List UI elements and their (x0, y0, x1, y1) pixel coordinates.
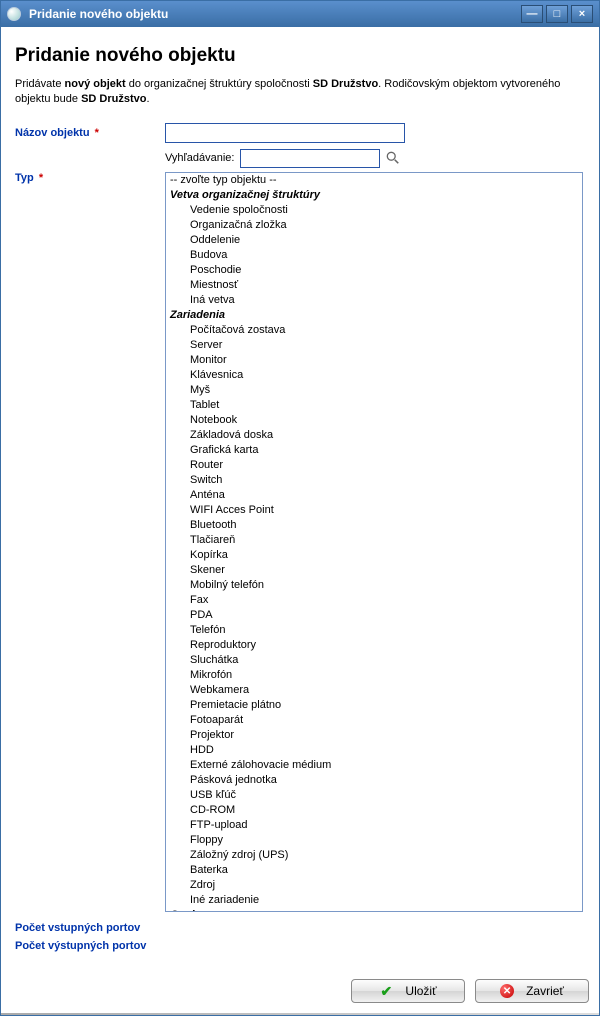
name-row: Názov objektu * (15, 123, 585, 143)
list-item[interactable]: Telefón (166, 623, 582, 638)
list-group: Osoba (166, 908, 582, 912)
list-item[interactable]: Organizačná zložka (166, 218, 582, 233)
minimize-button[interactable]: — (521, 5, 543, 23)
list-item[interactable]: Baterka (166, 863, 582, 878)
list-item[interactable]: Router (166, 458, 582, 473)
close-button[interactable]: ✕ Zavrieť (475, 979, 589, 1003)
window-close-button[interactable]: × (571, 5, 593, 23)
list-item[interactable]: Tablet (166, 398, 582, 413)
list-item[interactable]: Webkamera (166, 683, 582, 698)
list-item[interactable]: Klávesnica (166, 368, 582, 383)
list-header[interactable]: -- zvoľte typ objektu -- (166, 173, 582, 188)
list-item[interactable]: Mikrofón (166, 668, 582, 683)
list-item[interactable]: Iná vetva (166, 293, 582, 308)
list-item[interactable]: Fotoaparát (166, 713, 582, 728)
list-item[interactable]: Miestnosť (166, 278, 582, 293)
list-item[interactable]: WIFI Acces Point (166, 503, 582, 518)
name-label: Názov objektu * (15, 127, 165, 139)
page-title: Pridanie nového objektu (15, 45, 585, 67)
search-input[interactable] (240, 149, 380, 168)
list-item[interactable]: Switch (166, 473, 582, 488)
list-item[interactable]: Počítačová zostava (166, 323, 582, 338)
list-item[interactable]: Zdroj (166, 878, 582, 893)
list-item[interactable]: Poschodie (166, 263, 582, 278)
list-item[interactable]: Budova (166, 248, 582, 263)
list-item[interactable]: Záložný zdroj (UPS) (166, 848, 582, 863)
intro-pre: Pridávate (15, 78, 65, 90)
list-item[interactable]: Pásková jednotka (166, 773, 582, 788)
list-item[interactable]: Bluetooth (166, 518, 582, 533)
dialog-window: Pridanie nového objektu — □ × Pridanie n… (0, 0, 600, 1016)
window-title: Pridanie nového objektu (29, 7, 168, 21)
intro-bold1: nový objekt (65, 78, 126, 90)
list-item[interactable]: Projektor (166, 728, 582, 743)
list-item[interactable]: FTP-upload (166, 818, 582, 833)
check-icon: ✔ (379, 984, 393, 998)
list-item[interactable]: USB kľúč (166, 788, 582, 803)
list-item[interactable]: Reproduktory (166, 638, 582, 653)
list-item[interactable]: Grafická karta (166, 443, 582, 458)
content-area: Pridanie nového objektu Pridávate nový o… (1, 27, 599, 965)
list-item[interactable]: Iné zariadenie (166, 893, 582, 908)
list-item[interactable]: Myš (166, 383, 582, 398)
list-group: Zariadenia (166, 308, 582, 323)
required-mark-type: * (39, 172, 43, 184)
save-button[interactable]: ✔ Uložiť (351, 979, 465, 1003)
name-label-text: Názov objektu (15, 127, 90, 139)
search-row: Vyhľadávanie: (165, 149, 585, 168)
titlebar: Pridanie nového objektu — □ × (1, 1, 599, 27)
list-item[interactable]: Notebook (166, 413, 582, 428)
list-item[interactable]: Externé zálohovacie médium (166, 758, 582, 773)
list-item[interactable]: Skener (166, 563, 582, 578)
type-label: Typ * (15, 172, 165, 184)
intro-parent: SD Družstvo (81, 93, 146, 105)
search-label: Vyhľadávanie: (165, 152, 234, 164)
ports-out-label: Počet výstupných portov (15, 940, 585, 952)
intro-company: SD Družstvo (313, 78, 378, 90)
ports-in-label: Počet vstupných portov (15, 922, 585, 934)
close-button-label: Zavrieť (526, 984, 564, 998)
list-item[interactable]: PDA (166, 608, 582, 623)
close-icon: ✕ (500, 984, 514, 998)
name-input[interactable] (165, 123, 405, 143)
intro-text: Pridávate nový objekt do organizačnej št… (15, 77, 585, 107)
list-item[interactable]: Oddelenie (166, 233, 582, 248)
type-row: Typ * -- zvoľte typ objektu --Vetva orga… (15, 172, 585, 912)
list-item[interactable]: Základová doska (166, 428, 582, 443)
required-mark: * (95, 127, 99, 139)
bottom-labels: Počet vstupných portov Počet výstupných … (15, 922, 585, 952)
list-group: Vetva organizačnej štruktúry (166, 188, 582, 203)
save-button-label: Uložiť (405, 984, 436, 998)
footer-shadow (1, 1013, 599, 1015)
list-item[interactable]: Server (166, 338, 582, 353)
list-item[interactable]: Anténa (166, 488, 582, 503)
list-item[interactable]: HDD (166, 743, 582, 758)
list-item[interactable]: Mobilný telefón (166, 578, 582, 593)
list-item[interactable]: Tlačiareň (166, 533, 582, 548)
list-item[interactable]: Vedenie spoločnosti (166, 203, 582, 218)
list-item[interactable]: Monitor (166, 353, 582, 368)
intro-end: . (146, 93, 149, 105)
list-item[interactable]: Premietacie plátno (166, 698, 582, 713)
list-item[interactable]: CD-ROM (166, 803, 582, 818)
search-icon[interactable] (386, 151, 400, 165)
list-item[interactable]: Kopírka (166, 548, 582, 563)
intro-mid: do organizačnej štruktúry spoločnosti (126, 78, 313, 90)
list-item[interactable]: Floppy (166, 833, 582, 848)
type-label-text: Typ (15, 172, 34, 184)
button-bar: ✔ Uložiť ✕ Zavrieť (1, 965, 599, 1013)
list-item[interactable]: Fax (166, 593, 582, 608)
maximize-button[interactable]: □ (546, 5, 568, 23)
list-item[interactable]: Sluchátka (166, 653, 582, 668)
app-icon (7, 7, 21, 21)
type-listbox[interactable]: -- zvoľte typ objektu --Vetva organizačn… (165, 172, 583, 912)
